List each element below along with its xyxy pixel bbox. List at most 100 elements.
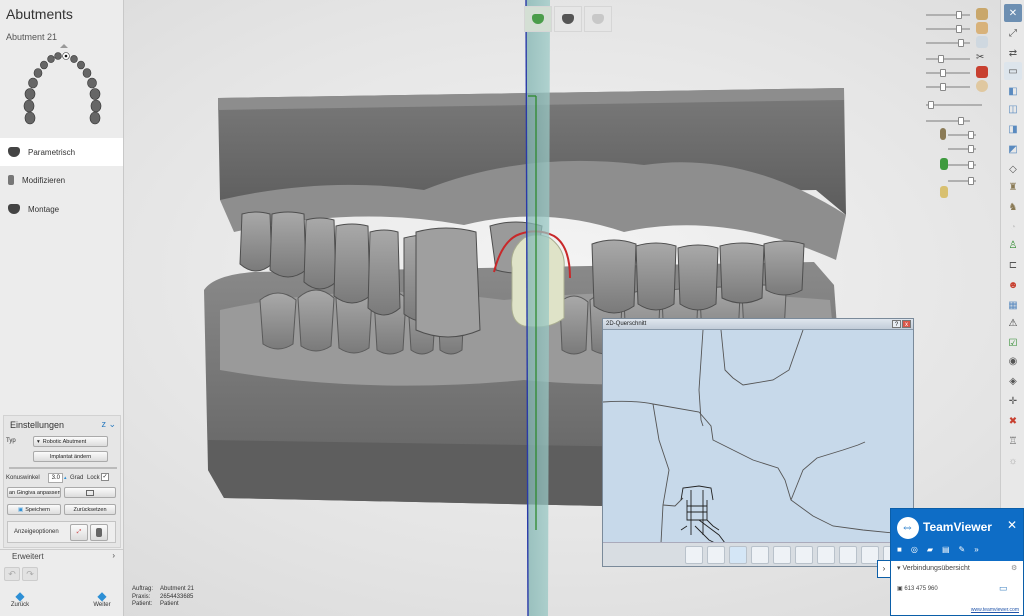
tooth-library-icon[interactable]: ♜	[1004, 178, 1022, 196]
gingiva-view-icon[interactable]	[685, 546, 703, 564]
connection-overview-row[interactable]: ▾ Verbindungsübersicht ⚙	[897, 564, 1017, 572]
gear-icon[interactable]: ⚙	[1011, 564, 1017, 572]
model-view-icon[interactable]	[817, 546, 835, 564]
camera-icon[interactable]: ◉	[1004, 352, 1022, 370]
slider-knob[interactable]	[968, 131, 974, 139]
implant-view-toggle[interactable]	[90, 524, 108, 541]
headset-icon[interactable]: ◎	[911, 545, 918, 554]
slider-upper-jaw[interactable]	[926, 11, 970, 19]
delete-icon[interactable]: ✖	[1004, 412, 1022, 430]
slider-crown[interactable]	[948, 177, 976, 185]
section-tool-icon[interactable]: ◇	[1004, 160, 1022, 178]
slider-knob[interactable]	[968, 177, 974, 185]
undo-button[interactable]: ↶	[4, 567, 20, 581]
slider-abutment[interactable]	[948, 161, 976, 169]
remove-tooth-icon[interactable]	[751, 546, 769, 564]
typ-select[interactable]: ▾ Robotic Abutment	[33, 436, 108, 447]
slider-knob[interactable]	[956, 11, 962, 19]
wizard-step-3[interactable]	[584, 6, 612, 32]
face-icon[interactable]: ☻	[1004, 276, 1022, 294]
more-icon[interactable]: »	[974, 545, 978, 554]
slider-knob[interactable]	[968, 145, 974, 153]
cross-section-window[interactable]: 2D-Querschnitt ? x	[602, 318, 914, 567]
step-montage[interactable]: Montage	[0, 195, 123, 223]
cube-icon[interactable]: ◈	[1004, 372, 1022, 390]
order-info: Auftrag: Abutment 21 Praxis: 2654433685 Pa…	[132, 586, 194, 609]
lock-checkbox[interactable]: ✓	[101, 473, 109, 481]
advanced-section[interactable]: Erweitert ›	[0, 549, 123, 563]
teamviewer-link[interactable]: www.teamviewer.com	[971, 607, 1019, 613]
dental-arch-diagram[interactable]	[12, 44, 112, 134]
slider-knob[interactable]	[940, 69, 946, 77]
gingiva-fit-button[interactable]: an Gingiva anpassen	[7, 487, 61, 498]
implant-change-button[interactable]: Implantat ändern	[33, 451, 108, 462]
step-parametrisch[interactable]: Parametrisch	[0, 138, 123, 166]
abutment-view-icon[interactable]	[729, 546, 747, 564]
light-icon[interactable]: ☼	[1004, 452, 1022, 470]
axis-icon[interactable]: ✛	[1004, 392, 1022, 410]
tooth-section-toggle[interactable]: ⤢	[70, 524, 88, 541]
view-3d-icon[interactable]: ◧	[1004, 82, 1022, 100]
konus-input[interactable]: 3.0	[48, 473, 63, 483]
3d-viewport[interactable]: 2D-Querschnitt ? x Auftrag: Abutment 21 …	[124, 0, 1000, 616]
chat-icon[interactable]: ▰	[927, 545, 933, 554]
slider-prep[interactable]	[926, 69, 970, 77]
close-button[interactable]: x	[902, 320, 911, 328]
slider-antagonist[interactable]	[926, 83, 970, 91]
tooth-outline-icon[interactable]: ♖	[1004, 432, 1022, 450]
slider-knob[interactable]	[958, 117, 964, 125]
teamviewer-expand-button[interactable]: ›	[877, 560, 890, 578]
wizard-step-1[interactable]	[524, 6, 552, 32]
konus-stepper-icon[interactable]: ▴	[64, 475, 67, 481]
help-button[interactable]: ?	[892, 320, 901, 328]
tooth-view-icon[interactable]	[707, 546, 725, 564]
cross-section-titlebar[interactable]: 2D-Querschnitt ? x	[603, 319, 913, 330]
pen-icon[interactable]: ✎	[959, 545, 966, 554]
view-split-icon[interactable]: ◫	[1004, 100, 1022, 118]
redo-button[interactable]: ↷	[22, 567, 38, 581]
teamviewer-panel[interactable]: TeamViewer ✕ ■ ◎ ▰ ▤ ✎ » ▾ Verbindungsüb…	[890, 508, 1024, 616]
settings-collapse-icon[interactable]: z ⌄	[101, 419, 116, 430]
warning-icon[interactable]: ⚠	[1004, 314, 1022, 332]
antagonist-view-icon[interactable]	[795, 546, 813, 564]
video-icon[interactable]: ■	[897, 545, 902, 554]
partner-row[interactable]: ▣ 613 475 960 ▭	[897, 583, 1008, 593]
slider-knob[interactable]	[968, 161, 974, 169]
view-right-icon[interactable]: ◩	[1004, 140, 1022, 158]
close-view-icon[interactable]: ✕	[1004, 4, 1022, 22]
step-modifizieren[interactable]: Modifizieren	[0, 166, 123, 194]
files-icon[interactable]: ▤	[942, 545, 950, 554]
teamviewer-close-button[interactable]: ✕	[1007, 518, 1017, 532]
view-left-icon[interactable]: ◨	[1004, 120, 1022, 138]
cross-section-plot[interactable]	[602, 329, 914, 544]
bite-icon[interactable]: ♞	[1004, 198, 1022, 216]
check-icon[interactable]: ☑	[1004, 334, 1022, 352]
slider-gingiva[interactable]	[926, 39, 970, 47]
slider-knob[interactable]	[940, 83, 946, 91]
view-front-icon[interactable]: ▭	[1004, 62, 1022, 80]
ruler-icon[interactable]: ⊏	[1004, 256, 1022, 274]
slider-scanbody[interactable]	[948, 145, 976, 153]
slider-separator[interactable]	[926, 101, 982, 109]
save-button[interactable]: ▣ Speichern	[7, 504, 61, 515]
slider-scissors[interactable]	[926, 55, 970, 63]
arrange-icon[interactable]: ⇄	[1004, 44, 1022, 62]
auftrag-label: Auftrag:	[132, 586, 154, 592]
blue-model-icon[interactable]	[839, 546, 857, 564]
slider-implant-2[interactable]	[948, 131, 976, 139]
gingiva-options-button[interactable]	[64, 487, 116, 498]
fullscreen-icon[interactable]: ⤢	[1004, 24, 1022, 42]
slider-upper-teeth[interactable]	[926, 25, 970, 33]
wizard-step-2[interactable]	[554, 6, 582, 32]
slider-knob[interactable]	[938, 55, 944, 63]
neighbor-view-icon[interactable]	[773, 546, 791, 564]
image-icon[interactable]: ▦	[1004, 296, 1022, 314]
tooth-cross-section-icon[interactable]: ♙	[1004, 236, 1022, 254]
slider-implant[interactable]	[926, 117, 970, 125]
back-button[interactable]: ◆ Zurück	[0, 590, 40, 608]
slider-knob[interactable]	[958, 39, 964, 47]
reset-button[interactable]: Zurücksetzen	[64, 504, 116, 515]
next-button[interactable]: ◆ Weiter	[82, 590, 122, 608]
slider-knob[interactable]	[928, 101, 934, 109]
slider-knob[interactable]	[956, 25, 962, 33]
